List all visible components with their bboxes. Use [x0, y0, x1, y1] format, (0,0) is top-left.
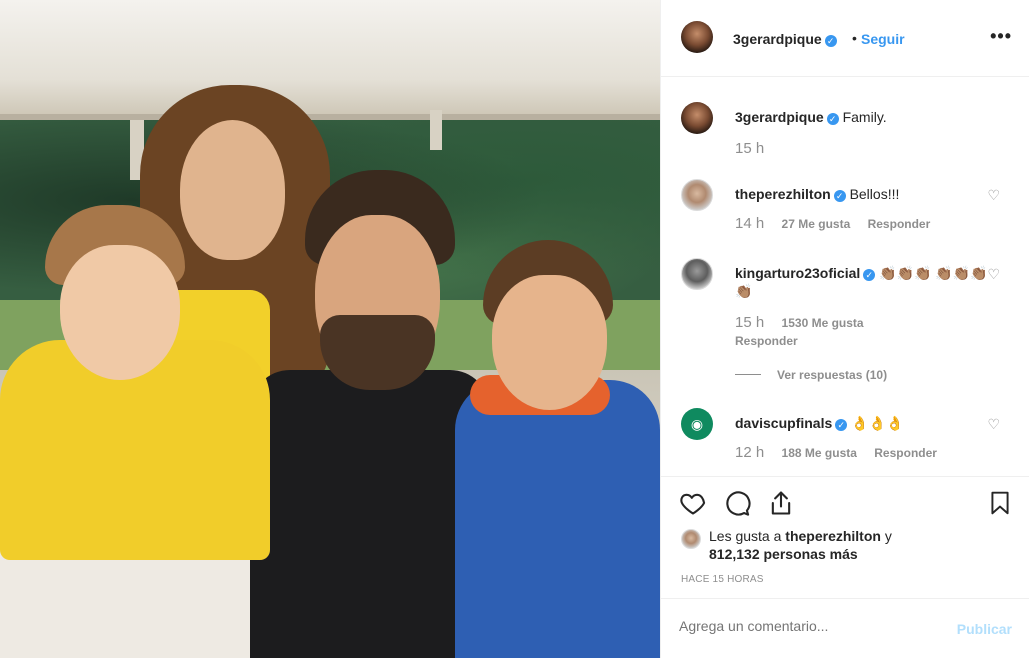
- caption-time[interactable]: 15 h: [735, 140, 764, 157]
- post-side-panel: 3gerardpique ✓ • Seguir ••• 3gerardpique ✓…: [660, 0, 1029, 658]
- follow-button[interactable]: Seguir: [861, 31, 905, 47]
- author-username[interactable]: 3gerardpique ✓: [733, 31, 837, 47]
- view-replies-label[interactable]: Ver respuestas (10): [777, 368, 887, 382]
- comment-text: theperezhilton ✓ Bellos!!!: [735, 185, 990, 203]
- commenter-avatar[interactable]: ◉: [681, 408, 713, 440]
- comment-time[interactable]: 15 h: [735, 314, 764, 331]
- commenter-avatar[interactable]: [681, 179, 713, 211]
- post-actions: Les gusta a theperezhilton y 812,132 per…: [661, 476, 1029, 598]
- photo-man-tank-top: [250, 370, 490, 658]
- comment-username[interactable]: theperezhilton: [735, 186, 831, 202]
- photo-woman-face: [180, 120, 285, 260]
- photo-boy-face: [60, 245, 180, 380]
- comment-icon[interactable]: [723, 489, 751, 517]
- verified-badge-icon: ✓: [826, 113, 839, 125]
- view-replies-button[interactable]: Ver respuestas (10): [735, 368, 887, 382]
- publish-button[interactable]: Publicar: [957, 621, 1012, 637]
- verified-badge-icon: ✓: [835, 419, 848, 431]
- verified-badge-icon: ✓: [863, 269, 876, 281]
- comment-meta: 14 h 27 Me gusta Responder: [735, 215, 944, 232]
- bookmark-icon[interactable]: [987, 489, 1013, 517]
- comment-time[interactable]: 12 h: [735, 444, 764, 461]
- header-separator: •: [852, 30, 857, 46]
- comment-meta: 15 h 1530 Me gusta Responder: [735, 314, 965, 350]
- comment-item: ◉ daviscupfinals ✓ 👌👌👌 ♡ 12 h 188 Me gust…: [661, 408, 1029, 468]
- photo-cart-canopy: [0, 0, 660, 120]
- liker-avatar[interactable]: [681, 529, 701, 549]
- caption-text: 3gerardpique ✓ Family.: [735, 108, 990, 126]
- caption-username[interactable]: 3gerardpique: [735, 109, 824, 125]
- comments-list[interactable]: 3gerardpique ✓ Family. 15 h theperezhilto…: [661, 78, 1029, 476]
- tennis-ball-icon: ◉: [690, 416, 704, 432]
- photo-boy-blue-shirt: [455, 380, 660, 658]
- comment-time[interactable]: 14 h: [735, 215, 764, 232]
- comment-meta: 12 h 188 Me gusta Responder: [735, 444, 951, 461]
- caption-meta: 15 h: [735, 140, 778, 157]
- liker-username[interactable]: theperezhilton: [785, 528, 881, 544]
- caption-body: Family.: [842, 109, 887, 125]
- verified-badge-icon: ✓: [833, 190, 846, 202]
- photo-cart-pole: [430, 110, 442, 150]
- likes-connector: y: [884, 528, 892, 544]
- post-timestamp[interactable]: HACE 15 HORAS: [681, 574, 764, 585]
- caption: 3gerardpique ✓ Family. 15 h: [661, 102, 1029, 162]
- share-icon[interactable]: [767, 489, 795, 517]
- more-options-icon[interactable]: •••: [990, 26, 1012, 47]
- comment-item: theperezhilton ✓ Bellos!!! ♡ 14 h 27 Me g…: [661, 179, 1029, 239]
- likes-text: Les gusta a theperezhilton y 812,132 per…: [709, 527, 1009, 563]
- add-comment-bar: Publicar: [661, 598, 1029, 658]
- verified-badge-icon: ✓: [824, 35, 837, 47]
- comment-reply-button[interactable]: Responder: [735, 334, 798, 348]
- commenter-avatar[interactable]: [681, 258, 713, 290]
- comment-item: kingarturo23oficial ✓ 👏🏽👏🏽👏🏽 👏🏽👏🏽👏🏽👏🏽 ♡ 1…: [661, 258, 1029, 388]
- caption-author-avatar[interactable]: [681, 102, 713, 134]
- comment-input[interactable]: [679, 618, 939, 634]
- comment-like-heart-icon[interactable]: ♡: [987, 266, 1000, 283]
- comment-like-heart-icon[interactable]: ♡: [987, 416, 1000, 433]
- comment-like-heart-icon[interactable]: ♡: [987, 187, 1000, 204]
- likes-others-count[interactable]: 812,132 personas más: [709, 546, 858, 562]
- comment-likes-count[interactable]: 1530 Me gusta: [782, 316, 864, 330]
- author-username-text[interactable]: 3gerardpique: [733, 31, 822, 47]
- replies-divider: [735, 374, 761, 375]
- comment-body: 👌👌👌: [851, 415, 904, 431]
- comment-text: kingarturo23oficial ✓ 👏🏽👏🏽👏🏽 👏🏽👏🏽👏🏽👏🏽: [735, 264, 990, 300]
- author-avatar[interactable]: [681, 21, 713, 53]
- post-photo[interactable]: [0, 0, 660, 658]
- comment-username[interactable]: kingarturo23oficial: [735, 265, 860, 281]
- photo-boy2-face: [492, 275, 607, 410]
- likes-prefix: Les gusta a: [709, 528, 782, 544]
- comment-username[interactable]: daviscupfinals: [735, 415, 832, 431]
- heart-icon[interactable]: [679, 489, 707, 517]
- comment-reply-button[interactable]: Responder: [874, 446, 937, 460]
- comment-text: daviscupfinals ✓ 👌👌👌: [735, 414, 990, 432]
- post-header: 3gerardpique ✓ • Seguir •••: [661, 0, 1029, 77]
- comment-likes-count[interactable]: 188 Me gusta: [782, 446, 857, 460]
- comment-reply-button[interactable]: Responder: [868, 217, 931, 231]
- comment-body: Bellos!!!: [849, 186, 900, 202]
- comment-likes-count[interactable]: 27 Me gusta: [782, 217, 851, 231]
